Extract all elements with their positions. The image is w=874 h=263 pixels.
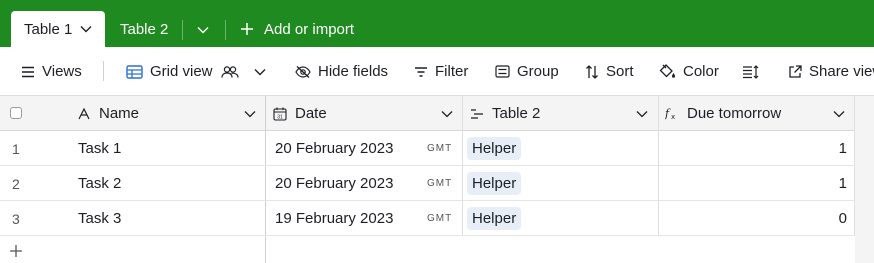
column-header-name-label: Name <box>99 105 140 122</box>
group-label: Group <box>517 63 559 80</box>
column-header-name[interactable]: Name <box>78 96 264 131</box>
row-number: 2 <box>12 175 20 192</box>
column-header-table2[interactable]: Table 2 <box>470 96 656 131</box>
timezone-label: GMT <box>427 178 453 189</box>
collaborators-icon <box>220 65 239 78</box>
add-or-import-button[interactable]: Add or import <box>240 11 354 47</box>
table-row[interactable]: 2 Task 2 20 February 2023 GMT Helper 1 <box>0 166 874 201</box>
text-field-icon <box>78 107 90 119</box>
chevron-down-icon[interactable] <box>636 110 648 118</box>
linked-record-chip[interactable]: Helper <box>467 172 522 195</box>
linked-record-chip[interactable]: Helper <box>467 207 522 230</box>
grid-view-label: Grid view <box>150 63 213 80</box>
column-header-due-tomorrow[interactable]: fx Due tomorrow <box>665 96 850 131</box>
chevron-down-icon <box>254 68 266 75</box>
view-toolbar: Views Grid view Hide fields Filter Group… <box>0 47 874 96</box>
share-view-label: Share view <box>809 63 874 80</box>
views-label: Views <box>42 63 82 80</box>
group-button[interactable]: Group <box>495 47 559 96</box>
tab-table-1-label: Table 1 <box>24 20 73 38</box>
data-grid: Name 31 Date Table 2 fx Due tomorrow 1 T… <box>0 96 874 263</box>
sort-icon <box>586 64 598 79</box>
svg-text:31: 31 <box>277 114 283 120</box>
more-tables-chevron-icon[interactable] <box>194 20 212 40</box>
timezone-label: GMT <box>427 213 453 224</box>
select-all-checkbox[interactable] <box>10 107 22 119</box>
tab-table-2[interactable]: Table 2 <box>120 11 168 47</box>
filter-label: Filter <box>435 63 469 80</box>
formula-cell[interactable]: 1 <box>660 166 847 201</box>
color-button[interactable]: Color <box>659 47 719 96</box>
filter-icon <box>415 66 427 77</box>
tab-table-1[interactable]: Table 1 <box>11 11 105 47</box>
formula-cell[interactable]: 0 <box>660 201 847 236</box>
row-number: 1 <box>12 140 20 157</box>
tab-divider <box>225 20 226 40</box>
tab-divider <box>182 20 183 40</box>
table-row[interactable]: 3 Task 3 19 February 2023 GMT Helper 0 <box>0 201 874 236</box>
grid-view-icon <box>126 64 143 79</box>
column-header-due-tomorrow-label: Due tomorrow <box>687 105 782 122</box>
row-divider <box>0 235 855 236</box>
linked-record-chip[interactable]: Helper <box>467 137 522 160</box>
views-button[interactable]: Views <box>21 47 82 96</box>
color-label: Color <box>683 63 719 80</box>
row-number: 3 <box>12 210 20 227</box>
row-height-button[interactable] <box>742 47 766 96</box>
chevron-down-icon[interactable] <box>441 110 453 118</box>
eye-slash-icon <box>295 65 311 78</box>
name-cell[interactable]: Task 1 <box>78 131 121 166</box>
timezone-label: GMT <box>427 143 453 154</box>
grid-view-button[interactable]: Grid view <box>126 47 273 96</box>
chevron-down-icon[interactable] <box>80 25 92 33</box>
chevron-down-icon[interactable] <box>244 110 256 118</box>
chevron-down-icon[interactable] <box>833 110 845 118</box>
hamburger-menu-icon <box>22 66 34 77</box>
table-tab-bar: Table 1 Table 2 Add or import <box>0 0 874 47</box>
sort-button[interactable]: Sort <box>585 47 634 96</box>
date-cell[interactable]: 19 February 2023 <box>275 201 393 236</box>
hide-fields-button[interactable]: Hide fields <box>295 47 388 96</box>
hide-fields-label: Hide fields <box>318 63 389 80</box>
formula-cell[interactable]: 1 <box>660 131 847 166</box>
linked-record-icon <box>471 108 483 119</box>
add-record-plus-icon[interactable] <box>9 244 23 263</box>
filter-button[interactable]: Filter <box>414 47 468 96</box>
toolbar-divider <box>103 61 104 81</box>
add-or-import-label: Add or import <box>264 20 355 38</box>
plus-icon <box>241 23 253 35</box>
row-height-icon <box>743 64 759 79</box>
column-header-date[interactable]: 31 Date <box>273 96 461 131</box>
date-cell[interactable]: 20 February 2023 <box>275 131 393 166</box>
svg-text:x: x <box>671 113 675 120</box>
formula-icon: fx <box>665 107 675 120</box>
paint-bucket-icon <box>659 64 675 78</box>
share-view-button[interactable]: Share view <box>788 47 874 96</box>
name-cell[interactable]: Task 2 <box>78 166 121 201</box>
name-cell[interactable]: Task 3 <box>78 201 121 236</box>
calendar-icon: 31 <box>273 107 287 121</box>
tab-table-2-label: Table 2 <box>120 20 169 38</box>
group-icon <box>495 65 510 78</box>
date-cell[interactable]: 20 February 2023 <box>275 166 393 201</box>
share-external-icon <box>789 64 802 78</box>
column-header-table2-label: Table 2 <box>492 105 541 122</box>
sort-label: Sort <box>606 63 634 80</box>
column-header-date-label: Date <box>295 105 327 122</box>
table-row[interactable]: 1 Task 1 20 February 2023 GMT Helper 1 <box>0 131 874 166</box>
